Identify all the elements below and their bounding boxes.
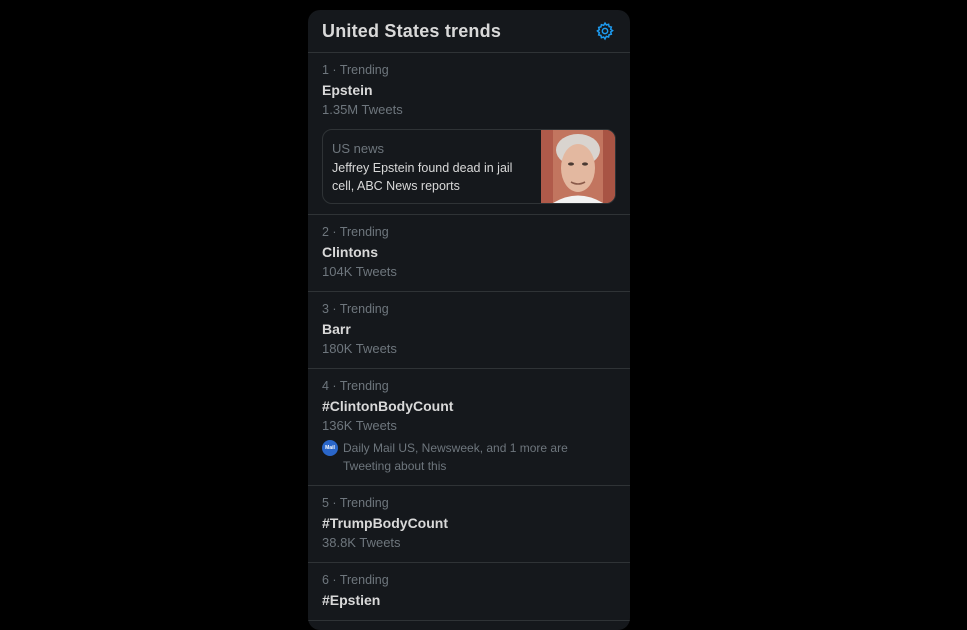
trend-tweet-count: 136K Tweets (322, 418, 397, 433)
trend-meta: 1 · Trending (322, 63, 389, 77)
trend-meta: 2 · Trending (322, 225, 389, 239)
trend-context-text: Daily Mail US, Newsweek, and 1 more are … (343, 441, 568, 473)
trend-name: #TrumpBodyCount (322, 515, 448, 531)
trend-meta: 5 · Trending (322, 496, 389, 510)
trend-name: #ClintonBodyCount (322, 398, 454, 414)
trends-panel: United States trends 1 · Trending Epstei… (308, 10, 630, 630)
trend-name: Barr (322, 321, 351, 337)
trend-tweet-count: 1.35M Tweets (322, 102, 403, 117)
trend-name: #Epstien (322, 592, 381, 608)
trend-item[interactable]: 4 · Trending #ClintonBodyCount 136K Twee… (308, 369, 630, 486)
trend-meta: 4 · Trending (322, 379, 389, 393)
trend-name: Clintons (322, 244, 378, 260)
trend-item[interactable]: 3 · Trending Barr 180K Tweets (308, 292, 630, 369)
trend-name: Epstein (322, 82, 373, 98)
news-thumbnail-image (541, 130, 615, 203)
trend-item[interactable]: 5 · Trending #TrumpBodyCount 38.8K Tweet… (308, 486, 630, 563)
news-category: US news (332, 141, 385, 156)
trend-tweet-count: 180K Tweets (322, 341, 397, 356)
gear-icon[interactable] (594, 20, 616, 42)
trend-item[interactable]: 2 · Trending Clintons 104K Tweets (308, 215, 630, 292)
news-card[interactable]: US news Jeffrey Epstein found dead in ja… (322, 129, 616, 204)
trend-item[interactable]: 6 · Trending #Epstien (308, 563, 630, 621)
trend-item[interactable]: 1 · Trending Epstein 1.35M Tweets US new… (308, 53, 630, 215)
news-headline: Jeffrey Epstein found dead in jail cell,… (332, 161, 513, 193)
trend-tweet-count: 104K Tweets (322, 264, 397, 279)
trend-meta: 3 · Trending (322, 302, 389, 316)
daily-mail-avatar: Mail (322, 440, 338, 456)
trend-meta: 6 · Trending (322, 573, 389, 587)
panel-header: United States trends (308, 10, 630, 53)
panel-title: United States trends (322, 20, 502, 41)
trend-context: Mail Daily Mail US, Newsweek, and 1 more… (322, 439, 616, 475)
trend-tweet-count: 38.8K Tweets (322, 535, 401, 550)
